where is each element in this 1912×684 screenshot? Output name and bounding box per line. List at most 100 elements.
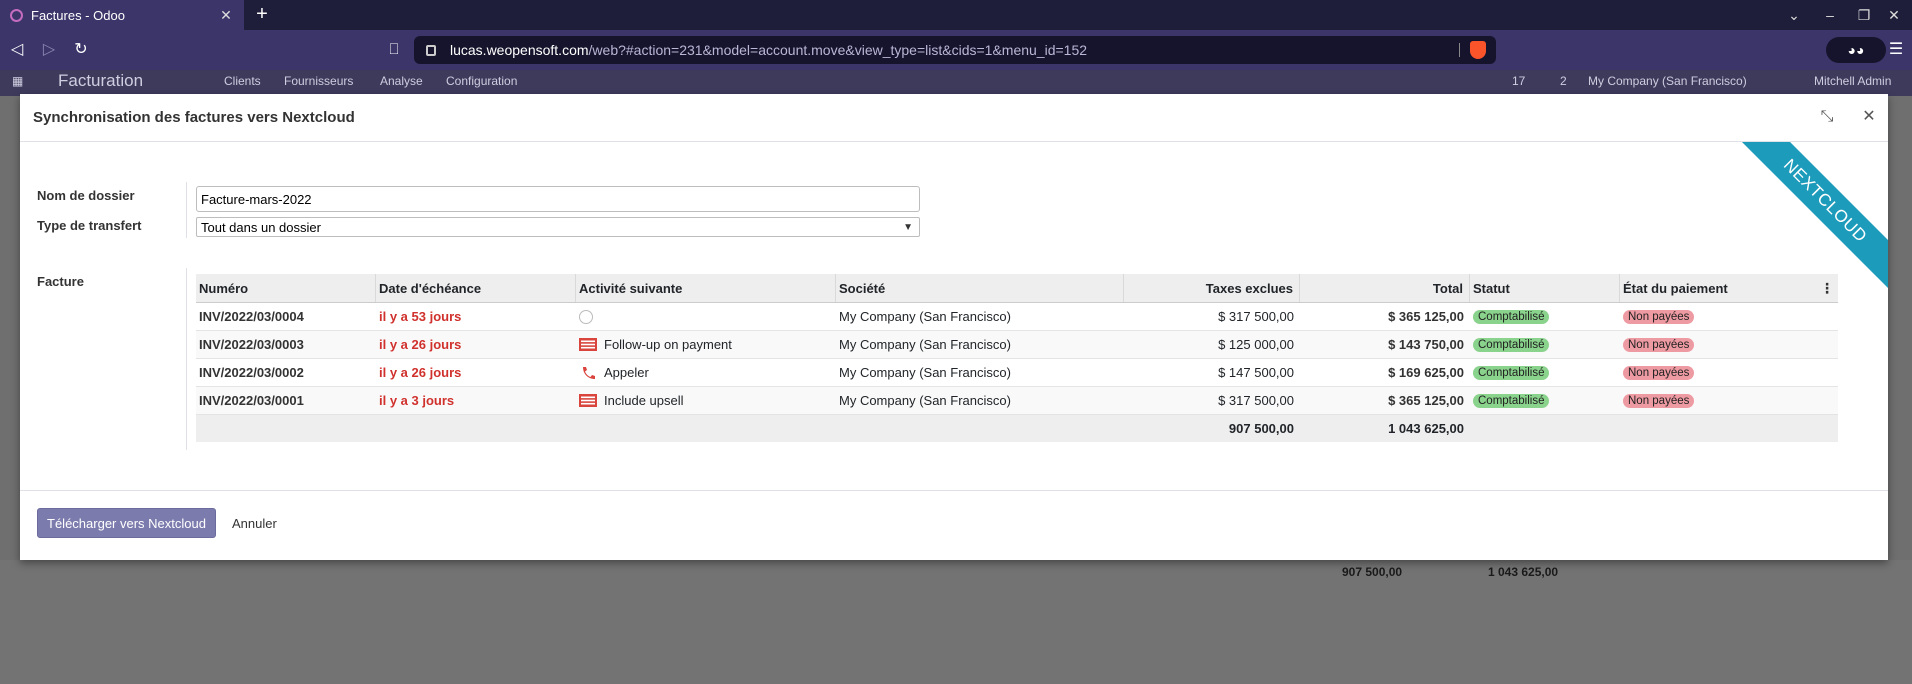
invoice-label: Facture — [37, 274, 84, 289]
tab-title: Factures - Odoo — [31, 7, 125, 23]
status-badge: Comptabilisé — [1473, 365, 1550, 380]
payment-cell: Non payées — [1620, 303, 1838, 330]
url-path: /web?#action=231&model=account.move&view… — [588, 42, 1088, 58]
menu-analyse[interactable]: Analyse — [380, 74, 423, 88]
transfer-type-select[interactable]: Tout dans un dossier ▼ — [196, 217, 920, 237]
invoice-number: INV/2022/03/0002 — [199, 365, 304, 380]
status-cell: Comptabilisé — [1470, 303, 1620, 330]
email-icon[interactable] — [579, 338, 597, 351]
background-total-untaxed: 907 500,00 — [1342, 565, 1403, 579]
col-date-echeance[interactable]: Date d'échéance — [376, 274, 576, 302]
forward-button[interactable]: ▷ — [36, 38, 62, 62]
tab-close-icon[interactable]: ✕ — [216, 7, 236, 24]
close-icon[interactable]: ✕ — [1858, 106, 1880, 128]
new-tab-button[interactable]: + — [250, 3, 274, 27]
col-total[interactable]: Total — [1300, 274, 1470, 302]
col-etat-paiement[interactable]: État du paiement — [1620, 274, 1838, 302]
company: My Company (San Francisco) — [839, 365, 1011, 380]
next-activity[interactable]: Include upsell — [576, 387, 836, 414]
company-switcher[interactable]: My Company (San Francisco) — [1588, 74, 1747, 88]
footer-total: 1 043 625,00 — [1388, 421, 1464, 436]
amount-untaxed: $ 317 500,00 — [1218, 309, 1294, 324]
status-cell: Comptabilisé — [1470, 387, 1620, 414]
background-list-area — [0, 560, 1912, 684]
activities-badge[interactable]: 17 — [1512, 74, 1525, 88]
col-activite[interactable]: Activité suivante — [576, 274, 836, 302]
collapse-icon[interactable]: ⤡ — [1816, 106, 1838, 128]
company: My Company (San Francisco) — [839, 393, 1011, 408]
table-header: Numéro Date d'échéance Activité suivante… — [196, 274, 1838, 303]
url-separator — [1459, 43, 1460, 57]
due-date: il y a 53 jours — [379, 309, 462, 324]
col-statut[interactable]: Statut — [1470, 274, 1620, 302]
footer-total-untaxed: 907 500,00 — [1228, 421, 1294, 436]
invoice-number: INV/2022/03/0004 — [199, 309, 304, 324]
col-numero[interactable]: Numéro — [196, 274, 376, 302]
user-menu[interactable]: Mitchell Admin — [1814, 74, 1891, 88]
private-mode-glasses-icon[interactable]: ◕◕ — [1826, 37, 1886, 63]
address-bar[interactable]: lucas.weopensoft.com/web?#action=231&mod… — [414, 36, 1496, 64]
browser-menu-icon[interactable]: ☰ — [1884, 38, 1908, 62]
next-activity[interactable] — [576, 303, 836, 330]
brave-shield-icon[interactable] — [1470, 41, 1486, 59]
browser-toolbar: ◁ ▷ ↻ ⎕ lucas.weopensoft.com/web?#action… — [0, 30, 1912, 70]
optional-columns-icon[interactable]: ⋮ — [1820, 280, 1834, 297]
apps-menu-icon[interactable]: ▦ — [12, 74, 23, 88]
activity-label: Include upsell — [604, 393, 684, 408]
dialog-header: Synchronisation des factures vers Nextcl… — [20, 94, 1888, 142]
tab-list-chevron-icon[interactable]: ⌄ — [1776, 0, 1812, 30]
next-activity[interactable]: Appeler — [576, 359, 836, 386]
status-badge: Comptabilisé — [1473, 337, 1550, 352]
table-footer: 907 500,00 1 043 625,00 — [196, 415, 1838, 442]
col-societe[interactable]: Société — [836, 274, 1124, 302]
table-row[interactable]: INV/2022/03/0004 il y a 53 jours My Comp… — [196, 303, 1838, 331]
status-badge: Comptabilisé — [1473, 309, 1550, 324]
email-icon[interactable] — [579, 394, 597, 407]
due-date: il y a 26 jours — [379, 337, 462, 352]
transfer-type-value: Tout dans un dossier — [201, 219, 321, 235]
status-cell: Comptabilisé — [1470, 359, 1620, 386]
menu-clients[interactable]: Clients — [224, 74, 261, 88]
due-date: il y a 26 jours — [379, 365, 462, 380]
bookmark-icon[interactable]: ⎕ — [384, 38, 404, 62]
clock-icon[interactable] — [579, 309, 593, 324]
invoice-divider — [186, 268, 187, 450]
table-row[interactable]: INV/2022/03/0003 il y a 26 jours Follow-… — [196, 331, 1838, 359]
chevron-down-icon: ▼ — [903, 221, 913, 233]
messages-badge[interactable]: 2 — [1560, 74, 1567, 88]
menu-fournisseurs[interactable]: Fournisseurs — [284, 74, 353, 88]
activity-label: Appeler — [604, 365, 649, 380]
col-taxes-exclues[interactable]: Taxes exclues — [1124, 274, 1300, 302]
field-divider — [186, 182, 187, 238]
amount-total: $ 169 625,00 — [1388, 365, 1464, 380]
browser-tab-bar: Factures - Odoo ✕ + ⌄ – ❐ ✕ — [0, 0, 1912, 30]
reload-button[interactable]: ↻ — [68, 38, 94, 62]
close-window-button[interactable]: ✕ — [1876, 0, 1912, 30]
status-badge: Comptabilisé — [1473, 393, 1550, 408]
app-title[interactable]: Facturation — [58, 71, 143, 91]
amount-untaxed: $ 317 500,00 — [1218, 393, 1294, 408]
odoo-navbar: ▦ Facturation Clients Fournisseurs Analy… — [0, 70, 1912, 96]
due-date: il y a 3 jours — [379, 393, 455, 408]
menu-configuration[interactable]: Configuration — [446, 74, 517, 88]
next-activity[interactable]: Follow-up on payment — [576, 331, 836, 358]
status-cell: Comptabilisé — [1470, 331, 1620, 358]
dialog-title: Synchronisation des factures vers Nextcl… — [33, 109, 355, 126]
minimize-button[interactable]: – — [1812, 0, 1848, 30]
back-button[interactable]: ◁ — [4, 38, 30, 62]
table-row[interactable]: INV/2022/03/0001 il y a 3 jours Include … — [196, 387, 1838, 415]
payment-badge: Non payées — [1623, 393, 1695, 408]
browser-tab[interactable]: Factures - Odoo ✕ — [0, 0, 244, 30]
phone-icon[interactable] — [579, 366, 597, 379]
payment-cell: Non payées — [1620, 359, 1838, 386]
payment-badge: Non payées — [1623, 309, 1695, 324]
upload-nextcloud-button[interactable]: Télécharger vers Nextcloud — [37, 508, 216, 538]
amount-total: $ 365 125,00 — [1388, 393, 1464, 408]
folder-name-input[interactable] — [196, 186, 920, 212]
transfer-type-label: Type de transfert — [37, 218, 142, 233]
table-row[interactable]: INV/2022/03/0002 il y a 26 jours Appeler… — [196, 359, 1838, 387]
amount-untaxed: $ 147 500,00 — [1218, 365, 1294, 380]
activity-label: Follow-up on payment — [604, 337, 732, 352]
cancel-button[interactable]: Annuler — [232, 508, 277, 538]
amount-total: $ 365 125,00 — [1388, 309, 1464, 324]
